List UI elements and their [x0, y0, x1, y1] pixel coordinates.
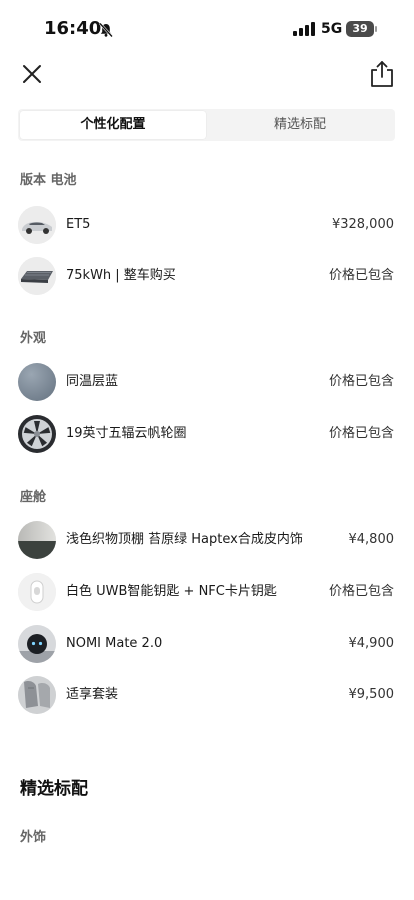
- battery-pack-thumbnail: [18, 257, 56, 295]
- status-time: 16:40: [44, 18, 102, 39]
- row-price: ¥328,000: [331, 217, 394, 232]
- share-icon[interactable]: [369, 60, 395, 88]
- config-row-model[interactable]: ET5 ¥328,000: [0, 200, 414, 250]
- network-label: 5G: [321, 21, 343, 37]
- row-label: 同温层蓝: [66, 374, 119, 389]
- row-label: 适享套装: [66, 687, 119, 702]
- paint-swatch-thumbnail: [18, 363, 56, 401]
- config-row-battery[interactable]: 75kWh | 整车购买 价格已包含: [0, 251, 414, 301]
- segmented-control: 个性化配置 精选标配: [18, 109, 395, 141]
- row-label: 19英寸五辐云帆轮圈: [66, 426, 187, 441]
- row-label: ET5: [66, 217, 91, 232]
- wheel-rim-thumbnail: [18, 415, 56, 453]
- row-price: 价格已包含: [328, 268, 394, 283]
- config-row-seat-package[interactable]: 适享套装 ¥9,500: [0, 670, 414, 720]
- seat-package-thumbnail: [18, 676, 56, 714]
- config-row-key[interactable]: 白色 UWB智能钥匙 + NFC卡片钥匙 价格已包含: [0, 567, 414, 617]
- close-icon[interactable]: [20, 62, 44, 86]
- signal-icon: [293, 22, 315, 36]
- row-label: 白色 UWB智能钥匙 + NFC卡片钥匙: [66, 584, 277, 599]
- car-thumbnail: [18, 206, 56, 244]
- section-title-cabin: 座舱: [20, 490, 47, 505]
- tab-standard-config[interactable]: 精选标配: [207, 111, 393, 139]
- section-title-exterior: 外观: [20, 331, 47, 346]
- config-row-nomi[interactable]: NOMI Mate 2.0 ¥4,900: [0, 619, 414, 669]
- row-price: 价格已包含: [328, 374, 394, 389]
- config-row-paint[interactable]: 同温层蓝 价格已包含: [0, 357, 414, 407]
- row-label: 75kWh | 整车购买: [66, 268, 176, 283]
- tab-custom-config[interactable]: 个性化配置: [20, 111, 206, 139]
- row-label: 浅色织物顶棚 苔原绿 Haptex合成皮内饰: [66, 532, 303, 547]
- row-price: 价格已包含: [328, 584, 394, 599]
- row-label: NOMI Mate 2.0: [66, 636, 163, 651]
- row-price: 价格已包含: [328, 426, 394, 441]
- section-title-version: 版本 电池: [20, 173, 77, 188]
- bell-muted-icon: [99, 22, 113, 38]
- row-price: ¥4,900: [348, 636, 395, 651]
- config-row-interior[interactable]: 浅色织物顶棚 苔原绿 Haptex合成皮内饰 ¥4,800: [0, 515, 414, 565]
- key-fob-thumbnail: [18, 573, 56, 611]
- status-bar: 16:40 5G 39: [0, 0, 414, 52]
- row-price: ¥4,800: [348, 532, 395, 547]
- battery-indicator: 39: [346, 21, 377, 37]
- interior-swatch-thumbnail: [18, 521, 56, 559]
- row-price: ¥9,500: [348, 687, 395, 702]
- config-row-wheel[interactable]: 19英寸五辐云帆轮圈 价格已包含: [0, 409, 414, 459]
- nomi-robot-thumbnail: [18, 625, 56, 663]
- standard-section-title: 精选标配: [20, 779, 88, 799]
- section-title-exterior-trim: 外饰: [20, 830, 47, 845]
